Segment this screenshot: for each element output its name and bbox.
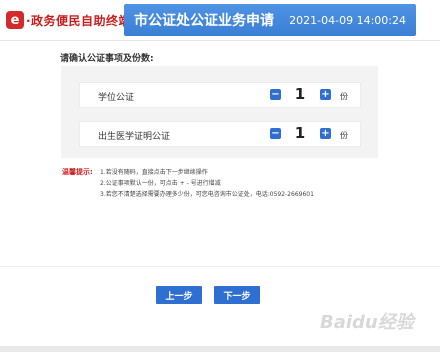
notary-items-panel: 学位公证 − 1 + 份 出生医学证明公证 − 1 + 份 [61,66,378,158]
brand-name: ·政务便民自助终端 [26,13,132,28]
quantity-value: 1 [294,124,306,142]
item-label: 学位公证 [98,93,135,103]
tip-item: 1.若没有随码，直接点击下一步继续操作 [100,169,208,176]
e-gov-logo-icon: e [6,11,24,29]
item-row-degree: 学位公证 − 1 + 份 [79,82,361,108]
page-title: 市公证处公证业务申请 [134,13,274,29]
tips-heading: 温馨提示: [62,168,93,176]
confirm-prompt: 请确认公证事项及份数: [60,54,154,64]
item-row-birth-certificate: 出生医学证明公证 − 1 + 份 [79,121,361,147]
brand-logo: e ·政务便民自助终端 [6,10,131,30]
item-label: 出生医学证明公证 [98,132,171,142]
decrement-button[interactable]: − [270,128,281,139]
footer-bar [0,346,440,352]
tip-item: 2.公证事项默认一份，可点击 + - 号进行增减 [100,180,221,187]
datetime-display: 2021-04-09 14:00:24 [289,14,406,27]
unit-label: 份 [340,92,348,101]
tip-item: 3.若您不清楚选择需要办理多少份，可您电咨询市公证处，电话:0592-26696… [100,191,314,198]
tips-list: 1.若没有随码，直接点击下一步继续操作 2.公证事项默认一份，可点击 + - 号… [100,167,314,200]
app-header: e ·政务便民自助终端 市公证处公证业务申请 2021-04-09 14:00:… [0,0,440,41]
decrement-button[interactable]: − [270,89,281,100]
divider [0,266,440,267]
title-bar: 市公证处公证业务申请 2021-04-09 14:00:24 [124,4,416,36]
increment-button[interactable]: + [320,89,331,100]
next-step-button[interactable]: 下一步 [214,286,260,304]
unit-label: 份 [340,131,348,140]
baidu-watermark: Baidu经验 [320,312,414,333]
quantity-value: 1 [294,85,306,103]
increment-button[interactable]: + [320,128,331,139]
previous-step-button[interactable]: 上一步 [156,286,202,304]
